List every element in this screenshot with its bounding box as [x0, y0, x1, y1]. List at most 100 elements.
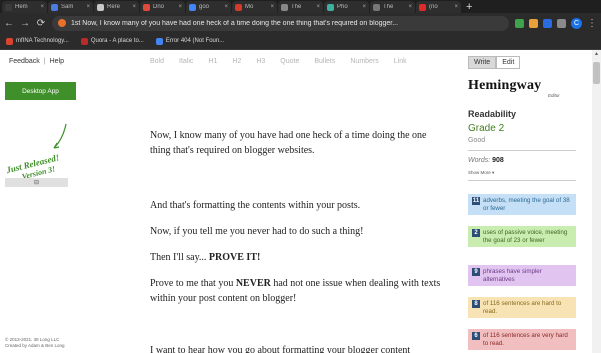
tab-favicon-icon [281, 3, 288, 11]
divider [468, 180, 576, 181]
scroll-up-icon[interactable]: ▲ [592, 51, 601, 57]
toolbar-h3-button[interactable]: H3 [256, 58, 265, 65]
collapse-sidebar-button[interactable]: ⊟ [5, 178, 68, 187]
toolbar-h2-button[interactable]: H2 [232, 58, 241, 65]
browser-tab[interactable]: Pho × [324, 1, 369, 13]
edit-mode-tab[interactable]: Edit [496, 56, 521, 69]
top-links: Feedback | Help [9, 58, 64, 65]
forward-icon[interactable]: → [20, 18, 30, 29]
tab-title: Sam [61, 4, 74, 10]
bookmark-item[interactable]: Error 404 (Not Foun... [155, 37, 225, 45]
browser-tab[interactable]: Dno × [140, 1, 185, 13]
url-input[interactable]: 1st Now, I know many of you have had one… [52, 15, 509, 31]
paragraph-bold-text: PROVE IT! [208, 252, 261, 263]
editor-paragraph[interactable]: Then I'll say... PROVE IT! [150, 250, 445, 265]
puzzle-icon[interactable] [557, 18, 566, 28]
toolbar-bold-button[interactable]: Bold [150, 58, 164, 65]
word-count-value: 908 [492, 157, 504, 164]
new-tab-button[interactable]: + [466, 1, 472, 13]
readability-card[interactable]: 9 phrases have simpler alternatives [468, 265, 576, 286]
word-count-label: Words: [468, 157, 491, 164]
logo-subtitle: Editor [548, 93, 560, 98]
card-text: uses of passive voice, meeting the goal … [483, 229, 568, 244]
browser-tab[interactable]: The × [278, 1, 323, 13]
close-icon[interactable]: × [178, 4, 182, 10]
close-icon[interactable]: × [408, 4, 412, 10]
tab-title: Dno [153, 4, 165, 10]
desktop-app-button[interactable]: Desktop App [5, 82, 76, 100]
tab-title: Mo [245, 4, 254, 10]
reload-icon[interactable]: ⟳ [36, 18, 46, 29]
browser-tab[interactable]: Hem × [2, 1, 47, 13]
url-text: 1st Now, I know many of you have had one… [71, 19, 399, 27]
bookmark-item[interactable]: mfINA Technology... [6, 37, 69, 45]
close-icon[interactable]: × [86, 4, 90, 10]
editor-paragraph[interactable]: And that's formatting the contents withi… [150, 198, 445, 213]
help-link[interactable]: Help [50, 58, 64, 65]
card-count-badge: 9 [472, 268, 480, 276]
browser-tab[interactable]: goo × [186, 1, 231, 13]
formatting-toolbar: Bold Italic H1 H2 H3 Quote Bullets Numbers Link [150, 58, 422, 65]
show-more-link[interactable]: Show More ▾ [468, 170, 494, 176]
close-icon[interactable]: × [362, 4, 366, 10]
minimize-icon: ⊟ [33, 180, 40, 186]
readability-heading: Readability [468, 109, 517, 119]
credits-text: Created by Adam & Ben Long [5, 343, 65, 348]
footer: © 2013-2021. 38 Long LLC Created by Adam… [5, 337, 65, 349]
close-icon[interactable]: × [132, 4, 136, 10]
site-favicon-icon [58, 19, 66, 27]
page-scrollbar[interactable]: ▲ [592, 50, 601, 353]
browser-tab[interactable]: Rere × [94, 1, 139, 13]
tab-favicon-icon [97, 3, 104, 11]
tab-favicon-icon [419, 3, 426, 11]
tab-title: Rere [107, 4, 121, 10]
feedback-link[interactable]: Feedback [9, 58, 40, 65]
tab-title: goo [199, 4, 210, 10]
card-count-badge: 11 [472, 197, 480, 205]
toolbar-h1-button[interactable]: H1 [208, 58, 217, 65]
readability-card[interactable]: 6 of 116 sentences are very hard to read. [468, 329, 576, 350]
extension-icon[interactable] [515, 18, 524, 28]
toolbar-bullets-button[interactable]: Bullets [314, 58, 335, 65]
toolbar-link-button[interactable]: Link [394, 58, 407, 65]
tab-favicon-icon [235, 3, 242, 11]
tab-title: The [291, 4, 302, 10]
profile-avatar[interactable]: C [571, 17, 582, 29]
card-text: adverbs, meeting the goal of 38 or fewer [483, 197, 570, 212]
card-text: of 116 sentences are hard to read. [483, 300, 562, 315]
bookmark-item[interactable]: Quora - A place to... [80, 37, 144, 45]
extension-icon[interactable] [529, 18, 538, 28]
readability-card[interactable]: 8 of 116 sentences are hard to read. [468, 297, 576, 318]
tab-title: (no [429, 4, 438, 10]
toolbar-quote-button[interactable]: Quote [280, 58, 299, 65]
toolbar-numbers-button[interactable]: Numbers [350, 58, 378, 65]
readability-card[interactable]: 11 adverbs, meeting the goal of 38 or few… [468, 194, 576, 215]
write-mode-tab[interactable]: Write [468, 56, 497, 69]
tab-title: The [383, 4, 394, 10]
bookmark-label: Error 404 (Not Foun... [165, 38, 225, 44]
toolbar-italic-button[interactable]: Italic [179, 58, 193, 65]
browser-tab[interactable]: Mo × [232, 1, 277, 13]
tab-favicon-icon [143, 3, 150, 11]
editor-paragraph[interactable]: Prove to me that you NEVER had not one i… [150, 276, 445, 306]
extension-icon[interactable] [543, 18, 552, 28]
editor-paragraph[interactable]: Now, if you tell me you never had to do … [150, 224, 445, 239]
menu-kebab-icon[interactable]: ⋮ [587, 18, 597, 29]
close-icon[interactable]: × [40, 4, 44, 10]
back-icon[interactable]: ← [4, 18, 14, 29]
readability-card[interactable]: 2 uses of passive voice, meeting the goal… [468, 226, 576, 247]
scrollbar-thumb[interactable] [593, 62, 600, 84]
browser-tab[interactable]: Sam × [48, 1, 93, 13]
paragraph-text: Then I'll say... [150, 252, 209, 263]
editor-paragraph[interactable]: I want to hear how you go about formatti… [150, 343, 445, 353]
bookmark-favicon-icon [155, 37, 163, 45]
close-icon[interactable]: × [270, 4, 274, 10]
card-count-badge: 2 [472, 229, 480, 237]
browser-tab[interactable]: (no × [416, 1, 461, 13]
close-icon[interactable]: × [316, 4, 320, 10]
tab-favicon-icon [5, 3, 12, 11]
browser-tab[interactable]: The × [370, 1, 415, 13]
close-icon[interactable]: × [454, 4, 458, 10]
editor-paragraph[interactable]: Now, I know many of you have had one hec… [150, 128, 445, 158]
close-icon[interactable]: × [224, 4, 228, 10]
